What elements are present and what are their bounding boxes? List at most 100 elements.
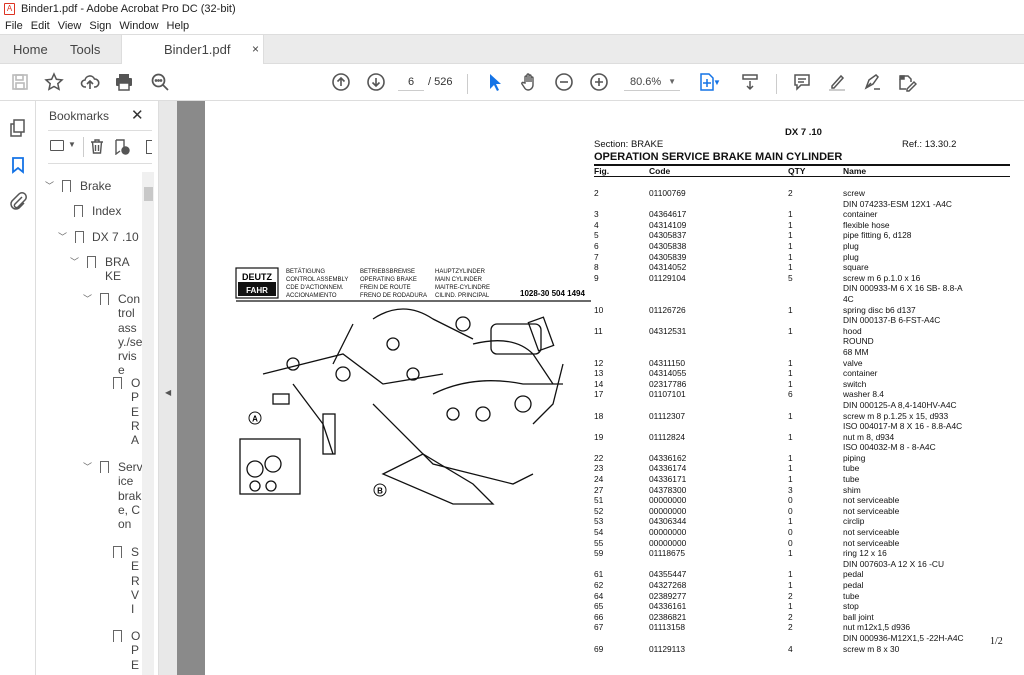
- delete-bookmark-icon[interactable]: [90, 139, 104, 154]
- qty-cell: 3: [788, 484, 793, 495]
- bookmark-icon: [87, 256, 96, 268]
- code-cell: 04305837: [649, 230, 687, 241]
- bookmark-icon: [75, 231, 84, 243]
- table-row: 10 01126726 1 spring disc b6 d137 DIN 000137…: [594, 305, 1014, 326]
- code-cell: 04312531: [649, 325, 687, 336]
- chevron-down-icon[interactable]: ﹀: [83, 460, 92, 474]
- menu-edit[interactable]: Edit: [31, 20, 50, 32]
- fig-cell: 52: [594, 505, 604, 516]
- search-icon[interactable]: [150, 72, 170, 92]
- svg-text:FAHR: FAHR: [246, 286, 268, 295]
- table-row: 12 04311150 1 valve: [594, 358, 1014, 369]
- options-chevron-icon[interactable]: ▼: [68, 140, 76, 149]
- close-panel-icon[interactable]: ✕: [131, 106, 144, 124]
- zoom-out-icon[interactable]: [554, 72, 574, 92]
- bookmarks-panel-icon[interactable]: [8, 155, 28, 175]
- name-cell: pipe fitting 6, d128: [843, 230, 912, 241]
- code-cell: 04364617: [649, 209, 687, 220]
- drawing-label: HAUPTZYLINDER: [435, 269, 486, 275]
- scrollbar-thumb[interactable]: [144, 187, 153, 201]
- highlight-icon[interactable]: [827, 72, 847, 92]
- tab-close-icon[interactable]: ×: [252, 35, 259, 65]
- scroll-mode-icon[interactable]: [740, 72, 760, 92]
- tab-home[interactable]: Home: [13, 35, 48, 65]
- table-row: 53 04306344 1 circlip: [594, 516, 1014, 527]
- chevron-down-icon[interactable]: ﹀: [70, 255, 79, 269]
- previous-page-icon[interactable]: [331, 72, 351, 92]
- name-cell: valve: [843, 357, 863, 368]
- name-cell: piping: [843, 452, 866, 463]
- name-cell: DIN 007603-A 12 X 16 -CU: [843, 558, 945, 569]
- sign-icon[interactable]: [862, 72, 882, 92]
- code-cell: 01126726: [649, 304, 686, 315]
- bookmarks-panel: Bookmarks ✕ ▼ ﹀ Brake Index ﹀ DX 7 .10 ﹀ BR…: [36, 101, 158, 675]
- fig-cell: 23: [594, 463, 604, 474]
- qty-cell: 1: [788, 304, 793, 315]
- code-cell: 00000000: [649, 495, 687, 506]
- table-row: 9 01129104 5 screw m 6 p.1.0 x 16 DIN 000933…: [594, 273, 1014, 305]
- options-icon[interactable]: [50, 140, 64, 151]
- deutz-fahr-logo: DEUTZ: [242, 272, 272, 282]
- chevron-down-icon[interactable]: ﹀: [45, 179, 54, 193]
- code-cell: 04306344: [649, 516, 687, 527]
- chevron-down-icon[interactable]: ﹀: [83, 292, 92, 306]
- name-cell: DIN 000933-M 6 X 16 SB- 8.8-A: [843, 283, 963, 294]
- select-cursor-icon[interactable]: [484, 72, 504, 92]
- code-cell: 02386821: [649, 611, 687, 622]
- name-cell: not serviceable: [843, 505, 900, 516]
- fig-cell: 69: [594, 643, 604, 654]
- drawing-label: FRENO DE RODADURA: [360, 293, 427, 299]
- name-cell: ISO 004017-M 8 X 16 - 8.8-A4C: [843, 421, 963, 432]
- new-bookmark-icon[interactable]: [114, 139, 130, 156]
- code-cell: 04336171: [649, 474, 687, 485]
- name-cell: nut m 8, d934: [843, 431, 895, 442]
- upload-cloud-icon[interactable]: [80, 72, 100, 92]
- qty-cell: 0: [788, 505, 793, 516]
- menu-window[interactable]: Window: [119, 20, 158, 32]
- fig-cell: 9: [594, 272, 599, 283]
- bookmarks-scrollbar[interactable]: [142, 172, 154, 675]
- table-row: 18 01112307 1 screw m 8 p.1.25 x 15, d933 IS…: [594, 411, 1014, 432]
- code-cell: 01112307: [649, 410, 686, 421]
- drawing-label: CONTROL ASSEMBLY: [286, 277, 348, 283]
- menu-file[interactable]: File: [5, 20, 23, 32]
- menu-sign[interactable]: Sign: [89, 20, 111, 32]
- menu-bar: File Edit View Sign Window Help: [0, 17, 1024, 34]
- fig-cell: 5: [594, 230, 599, 241]
- hand-tool-icon[interactable]: [519, 72, 539, 92]
- zoom-in-icon[interactable]: [589, 72, 609, 92]
- drawing-label: FREIN DE ROUTE: [360, 285, 411, 291]
- save-icon[interactable]: [10, 72, 30, 92]
- attachments-icon[interactable]: [8, 191, 28, 211]
- code-cell: 02317786: [649, 378, 687, 389]
- table-row: 65 04336161 1 stop: [594, 601, 1014, 612]
- star-icon[interactable]: [44, 72, 64, 92]
- comment-icon[interactable]: [792, 72, 812, 92]
- page-layout-chevron-icon[interactable]: ▼: [712, 72, 722, 92]
- tab-document[interactable]: Binder1.pdf ×: [121, 34, 264, 65]
- menu-help[interactable]: Help: [167, 20, 190, 32]
- fig-cell: 8: [594, 262, 599, 273]
- page-thumbnails-icon[interactable]: [8, 118, 28, 138]
- name-cell: screw m 8 x 30: [843, 643, 900, 654]
- collapse-panel-button[interactable]: ◀: [158, 101, 177, 675]
- zoom-level-dropdown[interactable]: 80.6% ▼: [624, 73, 680, 91]
- toolbar-divider: [776, 74, 777, 94]
- table-row: 27 04378300 3 shim: [594, 485, 1014, 496]
- bookmark-icon: [113, 630, 122, 642]
- table-row: 55 00000000 0 not serviceable: [594, 538, 1014, 549]
- fig-cell: 24: [594, 474, 604, 485]
- table-row: 61 04355447 1 pedal: [594, 569, 1014, 580]
- edit-pdf-icon[interactable]: [897, 72, 917, 92]
- tab-tools[interactable]: Tools: [70, 35, 100, 65]
- qty-cell: 1: [788, 251, 793, 262]
- next-page-icon[interactable]: [366, 72, 386, 92]
- chevron-down-icon[interactable]: ﹀: [58, 230, 67, 244]
- qty-cell: 1: [788, 431, 793, 442]
- fig-cell: 4: [594, 219, 599, 230]
- table-row: 5 04305837 1 pipe fitting 6, d128: [594, 230, 1014, 241]
- page-number-input[interactable]: 6: [398, 74, 424, 91]
- print-icon[interactable]: [114, 72, 134, 92]
- menu-view[interactable]: View: [58, 20, 82, 32]
- more-tools-icon[interactable]: [146, 140, 152, 154]
